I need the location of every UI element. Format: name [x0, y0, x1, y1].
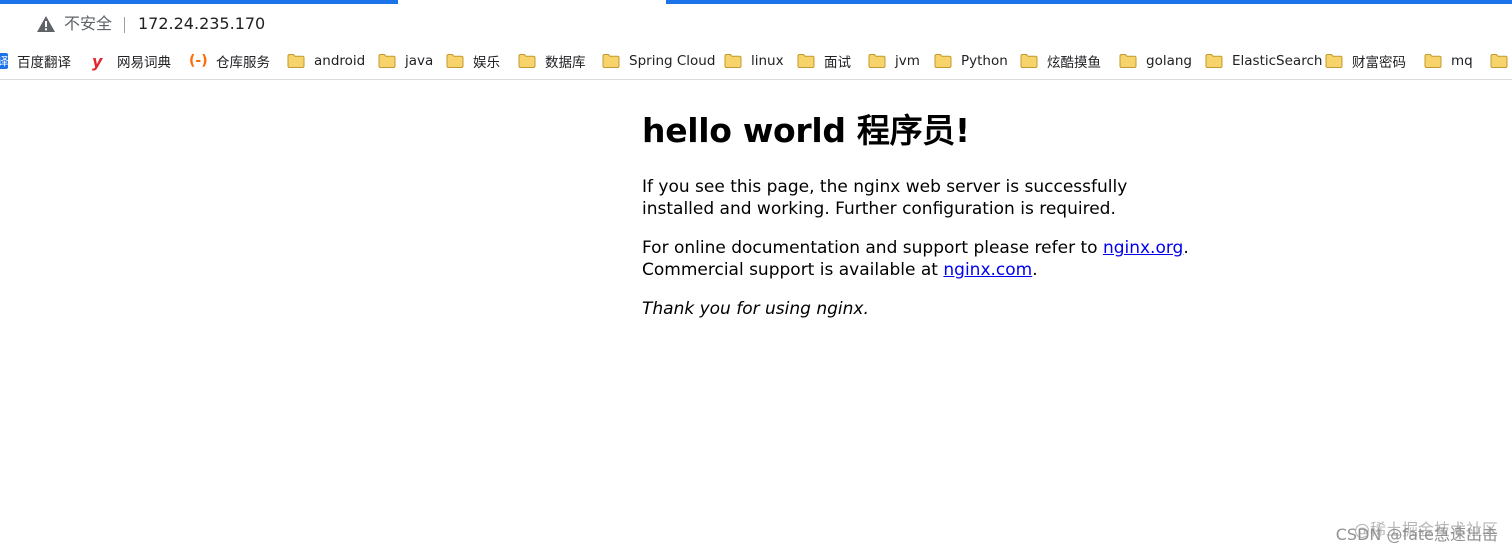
folder-icon: [797, 54, 815, 68]
folder-icon: [518, 54, 536, 68]
nginx-com-link[interactable]: nginx.com: [943, 260, 1032, 280]
bookmark-label: ElasticSearch: [1232, 53, 1323, 69]
folder-icon: [446, 54, 464, 68]
bookmark-label: java: [405, 53, 434, 69]
folder-icon: [1325, 54, 1343, 68]
bookmark-folder-android[interactable]: android: [287, 51, 365, 71]
bookmark-label: Spring Cloud: [629, 53, 716, 69]
bookmark-folder-spring-cloud[interactable]: Spring Cloud: [602, 51, 715, 71]
folder-icon: [1205, 54, 1223, 68]
bookmark-folder-jvm[interactable]: jvm: [868, 51, 920, 71]
nginx-org-link[interactable]: nginx.org: [1103, 238, 1183, 258]
bookmark-folder-python[interactable]: Python: [934, 51, 1008, 71]
bookmark-aliyun[interactable]: (-) 仓库服务: [189, 51, 270, 71]
bookmark-label: 炫酷摸鱼: [1047, 55, 1101, 71]
bookmark-folder-fun[interactable]: 炫酷摸鱼: [1020, 51, 1101, 71]
docs-text: For online documentation and support ple…: [642, 238, 1103, 258]
bookmark-folder-java[interactable]: java: [378, 51, 433, 71]
bookmark-label: 数据库: [545, 55, 586, 71]
bookmark-label: Python: [961, 53, 1008, 69]
bookmarks-bar: 译 百度翻译 y 网易词典 (-) 仓库服务 android java 娱乐 数…: [0, 42, 1512, 80]
folder-icon: [1119, 54, 1137, 68]
bookmark-label: android: [314, 53, 366, 69]
bookmark-label: linux: [751, 53, 784, 69]
address-bar: 不安全 172.24.235.170: [0, 4, 1512, 42]
bookmark-label: 娱乐: [473, 55, 500, 71]
folder-icon: [724, 54, 742, 68]
bookmark-folder-entertainment[interactable]: 娱乐: [446, 51, 500, 71]
bookmark-label: golang: [1146, 53, 1192, 69]
thanks-text: Thank you for using nginx.: [642, 299, 869, 319]
omnibox-divider: [124, 17, 125, 33]
url-text[interactable]: 172.24.235.170: [138, 15, 265, 33]
thanks-paragraph: Thank you for using nginx.: [642, 298, 1202, 320]
aliyun-icon: (-): [189, 53, 208, 69]
bookmark-label: 网易词典: [117, 55, 171, 71]
bookmark-youdao[interactable]: y 网易词典: [92, 51, 171, 72]
baidu-translate-icon: 译: [0, 53, 9, 69]
bookmark-folder-interview[interactable]: 面试: [797, 51, 851, 71]
omnibox[interactable]: 不安全 172.24.235.170: [24, 8, 1512, 40]
bookmark-label: 百度翻译: [17, 55, 71, 71]
bookmark-folder-database[interactable]: 数据库: [518, 51, 586, 71]
intro-paragraph: If you see this page, the nginx web serv…: [642, 177, 1128, 219]
bookmark-folder-elasticsearch[interactable]: ElasticSearch: [1205, 51, 1322, 71]
bookmark-folder-golang[interactable]: golang: [1119, 51, 1192, 71]
folder-icon: [934, 54, 952, 68]
folder-icon: [602, 54, 620, 68]
bookmark-label: mq: [1451, 53, 1473, 69]
page-content: hello world 程序员! If you see this page, t…: [642, 108, 1202, 320]
bookmark-folder-mq[interactable]: mq: [1424, 51, 1473, 71]
watermark: CSDN @fate急速出击 @稀土掘金技术社区: [1336, 522, 1498, 543]
folder-icon: [378, 54, 396, 68]
folder-icon: [868, 54, 886, 68]
watermark-line-2: @稀土掘金技术社区: [1353, 520, 1498, 539]
docs-period: .: [1183, 238, 1189, 258]
bookmark-label: 财富密码: [1352, 55, 1406, 71]
folder-icon: [1424, 54, 1442, 68]
bookmark-folder-linux[interactable]: linux: [724, 51, 784, 71]
bookmark-baidu-translate[interactable]: 译 百度翻译: [0, 51, 71, 71]
bookmark-label: jvm: [895, 53, 920, 69]
warning-icon[interactable]: [36, 15, 56, 33]
bookmark-folder-overflow[interactable]: [1490, 51, 1512, 71]
commercial-period: .: [1032, 260, 1038, 280]
bookmark-label: 面试: [824, 55, 851, 71]
youdao-icon: y: [92, 51, 103, 71]
security-label[interactable]: 不安全: [64, 15, 112, 33]
commercial-text: Commercial support is available at: [642, 260, 944, 280]
docs-paragraph: For online documentation and support ple…: [642, 237, 1202, 281]
bookmark-label: 仓库服务: [216, 55, 270, 71]
folder-icon: [1490, 54, 1508, 68]
bookmark-folder-wealth[interactable]: 财富密码: [1325, 51, 1406, 71]
folder-icon: [287, 54, 305, 68]
page-heading: hello world 程序员!: [642, 111, 970, 150]
folder-icon: [1020, 54, 1038, 68]
